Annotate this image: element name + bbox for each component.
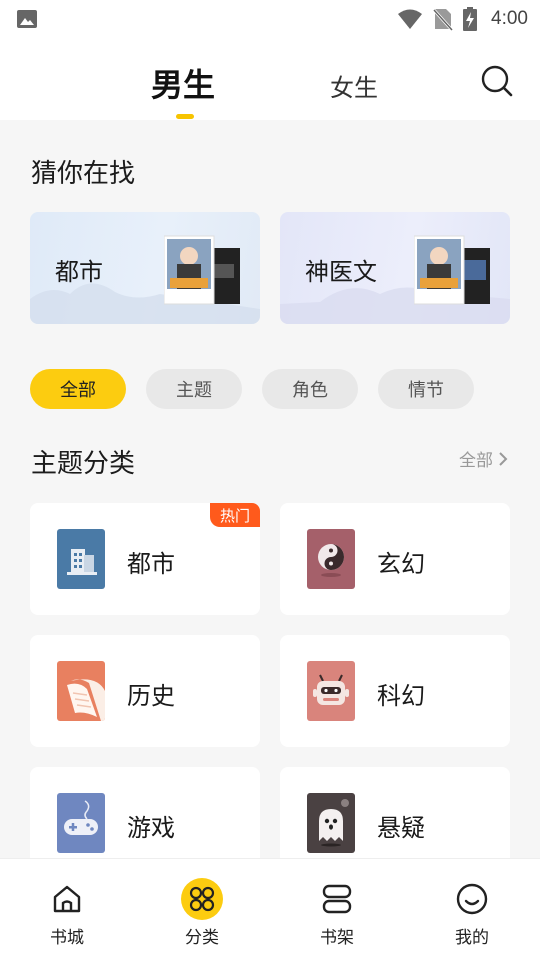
gallery-notification-icon bbox=[17, 10, 37, 28]
all-link-label: 全部 bbox=[459, 451, 493, 471]
nav-bookshelf[interactable]: 书架 bbox=[297, 877, 377, 948]
chip-all[interactable]: 全部 bbox=[30, 369, 126, 409]
gamepad-icon bbox=[57, 793, 105, 853]
category-card-history[interactable]: 历史 bbox=[30, 635, 260, 747]
top-tab-bar: 男生 女生 bbox=[0, 38, 540, 120]
theme-section-title: 主题分类 bbox=[31, 449, 136, 479]
scroll-icon bbox=[57, 661, 105, 721]
no-sim-icon bbox=[433, 8, 454, 31]
category-label: 科幻 bbox=[377, 682, 425, 710]
category-label: 历史 bbox=[127, 682, 175, 710]
chip-theme[interactable]: 主题 bbox=[146, 369, 242, 409]
yin-yang-icon bbox=[307, 529, 355, 589]
search-icon[interactable] bbox=[480, 64, 514, 98]
book-covers-image bbox=[164, 235, 240, 305]
chip-plot[interactable]: 情节 bbox=[378, 369, 474, 409]
guess-card-urban[interactable]: 都市 bbox=[30, 212, 260, 324]
guess-section-title: 猜你在找 bbox=[31, 159, 136, 189]
category-card-fantasy[interactable]: 玄幻 bbox=[280, 503, 510, 615]
chevron-right-icon bbox=[499, 451, 508, 466]
tab-female[interactable]: 女生 bbox=[330, 68, 378, 103]
guess-card-medic[interactable]: 神医文 bbox=[280, 212, 510, 324]
active-tab-indicator bbox=[176, 114, 194, 119]
ghost-icon bbox=[307, 793, 355, 853]
home-icon bbox=[45, 877, 89, 921]
category-label: 都市 bbox=[127, 550, 175, 578]
status-bar: 4:00 bbox=[0, 0, 540, 38]
status-time: 4:00 bbox=[491, 8, 528, 29]
robot-icon bbox=[307, 661, 355, 721]
theme-all-link[interactable]: 全部 bbox=[459, 446, 509, 471]
nav-label: 书城 bbox=[50, 928, 84, 948]
filter-chips: 全部 主题 角色 情节 bbox=[30, 369, 474, 409]
nav-bookstore[interactable]: 书城 bbox=[27, 877, 107, 948]
category-label: 玄幻 bbox=[377, 550, 425, 578]
city-building-icon bbox=[57, 529, 105, 589]
nav-label: 书架 bbox=[320, 928, 354, 948]
nav-profile[interactable]: 我的 bbox=[432, 877, 512, 948]
hot-badge: 热门 bbox=[210, 503, 260, 527]
battery-charging-icon bbox=[463, 7, 478, 31]
wifi-icon bbox=[398, 9, 423, 29]
book-covers-image bbox=[414, 235, 490, 305]
category-icon bbox=[180, 877, 224, 921]
tab-male[interactable]: 男生 bbox=[151, 60, 215, 106]
category-label: 悬疑 bbox=[377, 814, 425, 842]
nav-category[interactable]: 分类 bbox=[162, 877, 242, 948]
chip-role[interactable]: 角色 bbox=[262, 369, 358, 409]
bottom-navigation: 书城 分类 书架 我的 bbox=[0, 858, 540, 960]
nav-label: 分类 bbox=[185, 928, 219, 948]
category-card-urban[interactable]: 都市 热门 bbox=[30, 503, 260, 615]
category-label: 游戏 bbox=[127, 814, 175, 842]
category-card-scifi[interactable]: 科幻 bbox=[280, 635, 510, 747]
bookshelf-icon bbox=[315, 877, 359, 921]
nav-label: 我的 bbox=[455, 928, 489, 948]
guess-card-label: 神医文 bbox=[305, 258, 377, 286]
guess-card-label: 都市 bbox=[55, 258, 103, 286]
smiley-profile-icon bbox=[450, 877, 494, 921]
